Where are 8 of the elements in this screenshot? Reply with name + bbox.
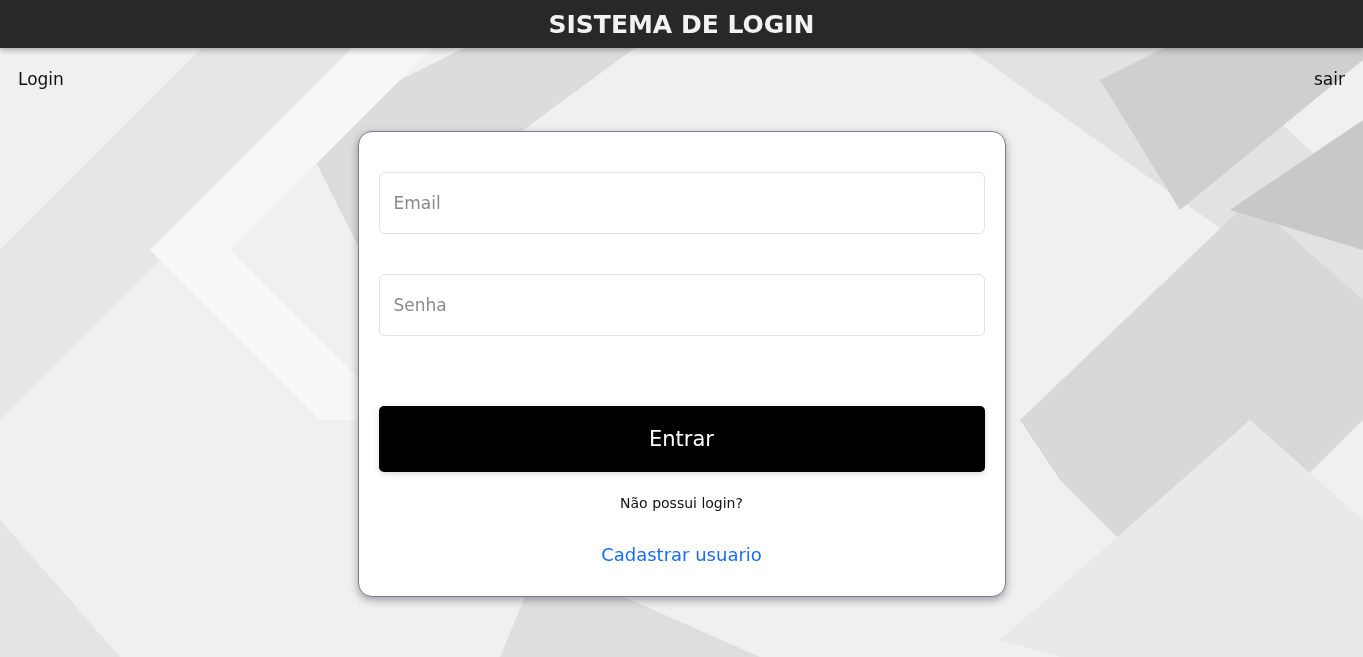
logout-link[interactable]: sair: [1314, 68, 1345, 110]
email-field[interactable]: Email: [378, 172, 985, 234]
signup-prompt: Não possui login?: [620, 494, 743, 512]
submit-button[interactable]: Entrar: [378, 406, 985, 472]
page-title: SISTEMA DE LOGIN: [548, 9, 815, 39]
login-link[interactable]: Login: [18, 68, 64, 110]
register-link[interactable]: Cadastrar usuario: [601, 544, 762, 565]
password-field[interactable]: Senha: [378, 274, 985, 336]
